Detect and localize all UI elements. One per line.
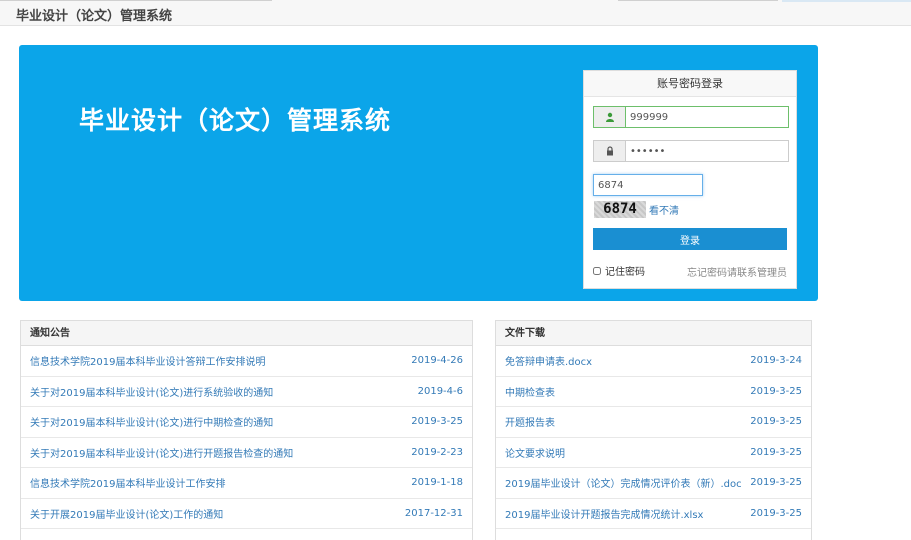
- file-title[interactable]: 开题报告表: [505, 414, 555, 429]
- notice-title[interactable]: 关于对2019届本科毕业设计(论文)进行中期检查的通知: [30, 414, 273, 429]
- list-item: 论文要求说明 2019-3-25: [496, 438, 811, 468]
- list-item: 信息技术学院2019届本科毕业设计工作安排 2019-1-18: [21, 468, 472, 499]
- list-item: 中期检查表 2019-3-25: [496, 377, 811, 407]
- file-date: 2019-3-24: [750, 355, 802, 367]
- remember-password-checkbox[interactable]: [593, 266, 601, 275]
- user-icon: [594, 107, 626, 127]
- list-item: 2019届毕业设计开题报告完成情况统计.xlsx 2019-3-25: [496, 499, 811, 529]
- notice-date: 2017-12-31: [404, 507, 463, 519]
- captcha-input[interactable]: [593, 174, 703, 196]
- login-button[interactable]: 登录: [593, 228, 787, 250]
- list-item: 关于开展2019届毕业设计(论文)工作的通知 2017-12-31: [21, 499, 472, 529]
- login-panel: 账号密码登录 6874 看不清 登录 记住密码 忘记密码请联系管理员: [583, 70, 797, 289]
- password-field: [593, 140, 789, 162]
- file-title[interactable]: 论文要求说明: [505, 445, 565, 460]
- top-border-line: [782, 0, 911, 2]
- file-title[interactable]: 免答辩申请表.docx: [505, 353, 592, 368]
- captcha-image[interactable]: 6874: [594, 200, 646, 218]
- top-border-line: [618, 0, 778, 1]
- navbar-brand[interactable]: 毕业设计（论文）管理系统: [16, 5, 172, 24]
- top-border-line: [0, 0, 272, 1]
- password-input[interactable]: [626, 141, 788, 161]
- list-item: 关于对2019届本科毕业设计(论文)进行开题报告检查的通知 2019-2-23: [21, 438, 472, 468]
- list-item: 信息技术学院2019届本科毕业设计答辩工作安排说明 2019-4-26: [21, 346, 472, 377]
- notice-date: 2019-2-23: [411, 446, 463, 458]
- notice-panel-header: 通知公告: [21, 321, 472, 346]
- list-item: 开题报告表 2019-3-25: [496, 407, 811, 438]
- notice-title[interactable]: 关于开展2019届毕业设计(论文)工作的通知: [30, 506, 223, 521]
- username-field: [593, 106, 789, 128]
- file-date: 2019-3-25: [750, 446, 802, 458]
- username-input[interactable]: [626, 107, 788, 127]
- file-panel-header: 文件下载: [496, 321, 811, 346]
- list-item: 2019届毕业设计（论文）完成情况评价表（新）.doc 2019-3-25: [496, 468, 811, 499]
- file-download-panel: 文件下载 免答辩申请表.docx 2019-3-24 中期检查表 2019-3-…: [495, 320, 812, 540]
- notice-date: 2019-3-25: [411, 416, 463, 428]
- login-panel-header: 账号密码登录: [584, 71, 796, 97]
- hero-title: 毕业设计（论文）管理系统: [79, 106, 392, 135]
- notice-title[interactable]: 关于对2019届本科毕业设计(论文)进行系统验收的通知: [30, 384, 273, 399]
- file-title[interactable]: 2019届毕业设计（论文）完成情况评价表（新）.doc: [505, 475, 742, 490]
- notice-title[interactable]: 信息技术学院2019届本科毕业设计工作安排: [30, 475, 225, 490]
- hero-banner: 毕业设计（论文）管理系统 账号密码登录 6874 看不清 登录 记住密码 忘记密…: [19, 45, 818, 301]
- notice-date: 2019-4-6: [417, 385, 463, 397]
- file-date: 2019-3-25: [750, 477, 802, 489]
- list-item: 关于对2019届本科毕业设计(论文)进行系统验收的通知 2019-4-6: [21, 377, 472, 407]
- list-item: 关于对2019届本科毕业设计(论文)进行中期检查的通知 2019-3-25: [21, 407, 472, 438]
- captcha-refresh-link[interactable]: 看不清: [649, 202, 679, 217]
- remember-password-label: 记住密码: [605, 267, 645, 278]
- notice-date: 2019-4-26: [411, 355, 463, 367]
- top-navbar: 毕业设计（论文）管理系统: [0, 0, 911, 26]
- file-title[interactable]: 2019届毕业设计开题报告完成情况统计.xlsx: [505, 506, 703, 521]
- file-date: 2019-3-25: [750, 507, 802, 519]
- notice-date: 2019-1-18: [411, 477, 463, 489]
- forgot-password-hint: 忘记密码请联系管理员: [687, 268, 787, 279]
- notice-title[interactable]: 关于对2019届本科毕业设计(论文)进行开题报告检查的通知: [30, 445, 293, 460]
- notice-title[interactable]: 信息技术学院2019届本科毕业设计答辩工作安排说明: [30, 353, 265, 368]
- file-title[interactable]: 中期检查表: [505, 384, 555, 399]
- lock-icon: [594, 141, 626, 161]
- notice-panel: 通知公告 信息技术学院2019届本科毕业设计答辩工作安排说明 2019-4-26…: [20, 320, 473, 540]
- list-item: 免答辩申请表.docx 2019-3-24: [496, 346, 811, 377]
- remember-password[interactable]: 记住密码: [593, 263, 645, 278]
- captcha-row: 6874 看不清: [594, 200, 679, 218]
- file-date: 2019-3-25: [750, 385, 802, 397]
- file-date: 2019-3-25: [750, 416, 802, 428]
